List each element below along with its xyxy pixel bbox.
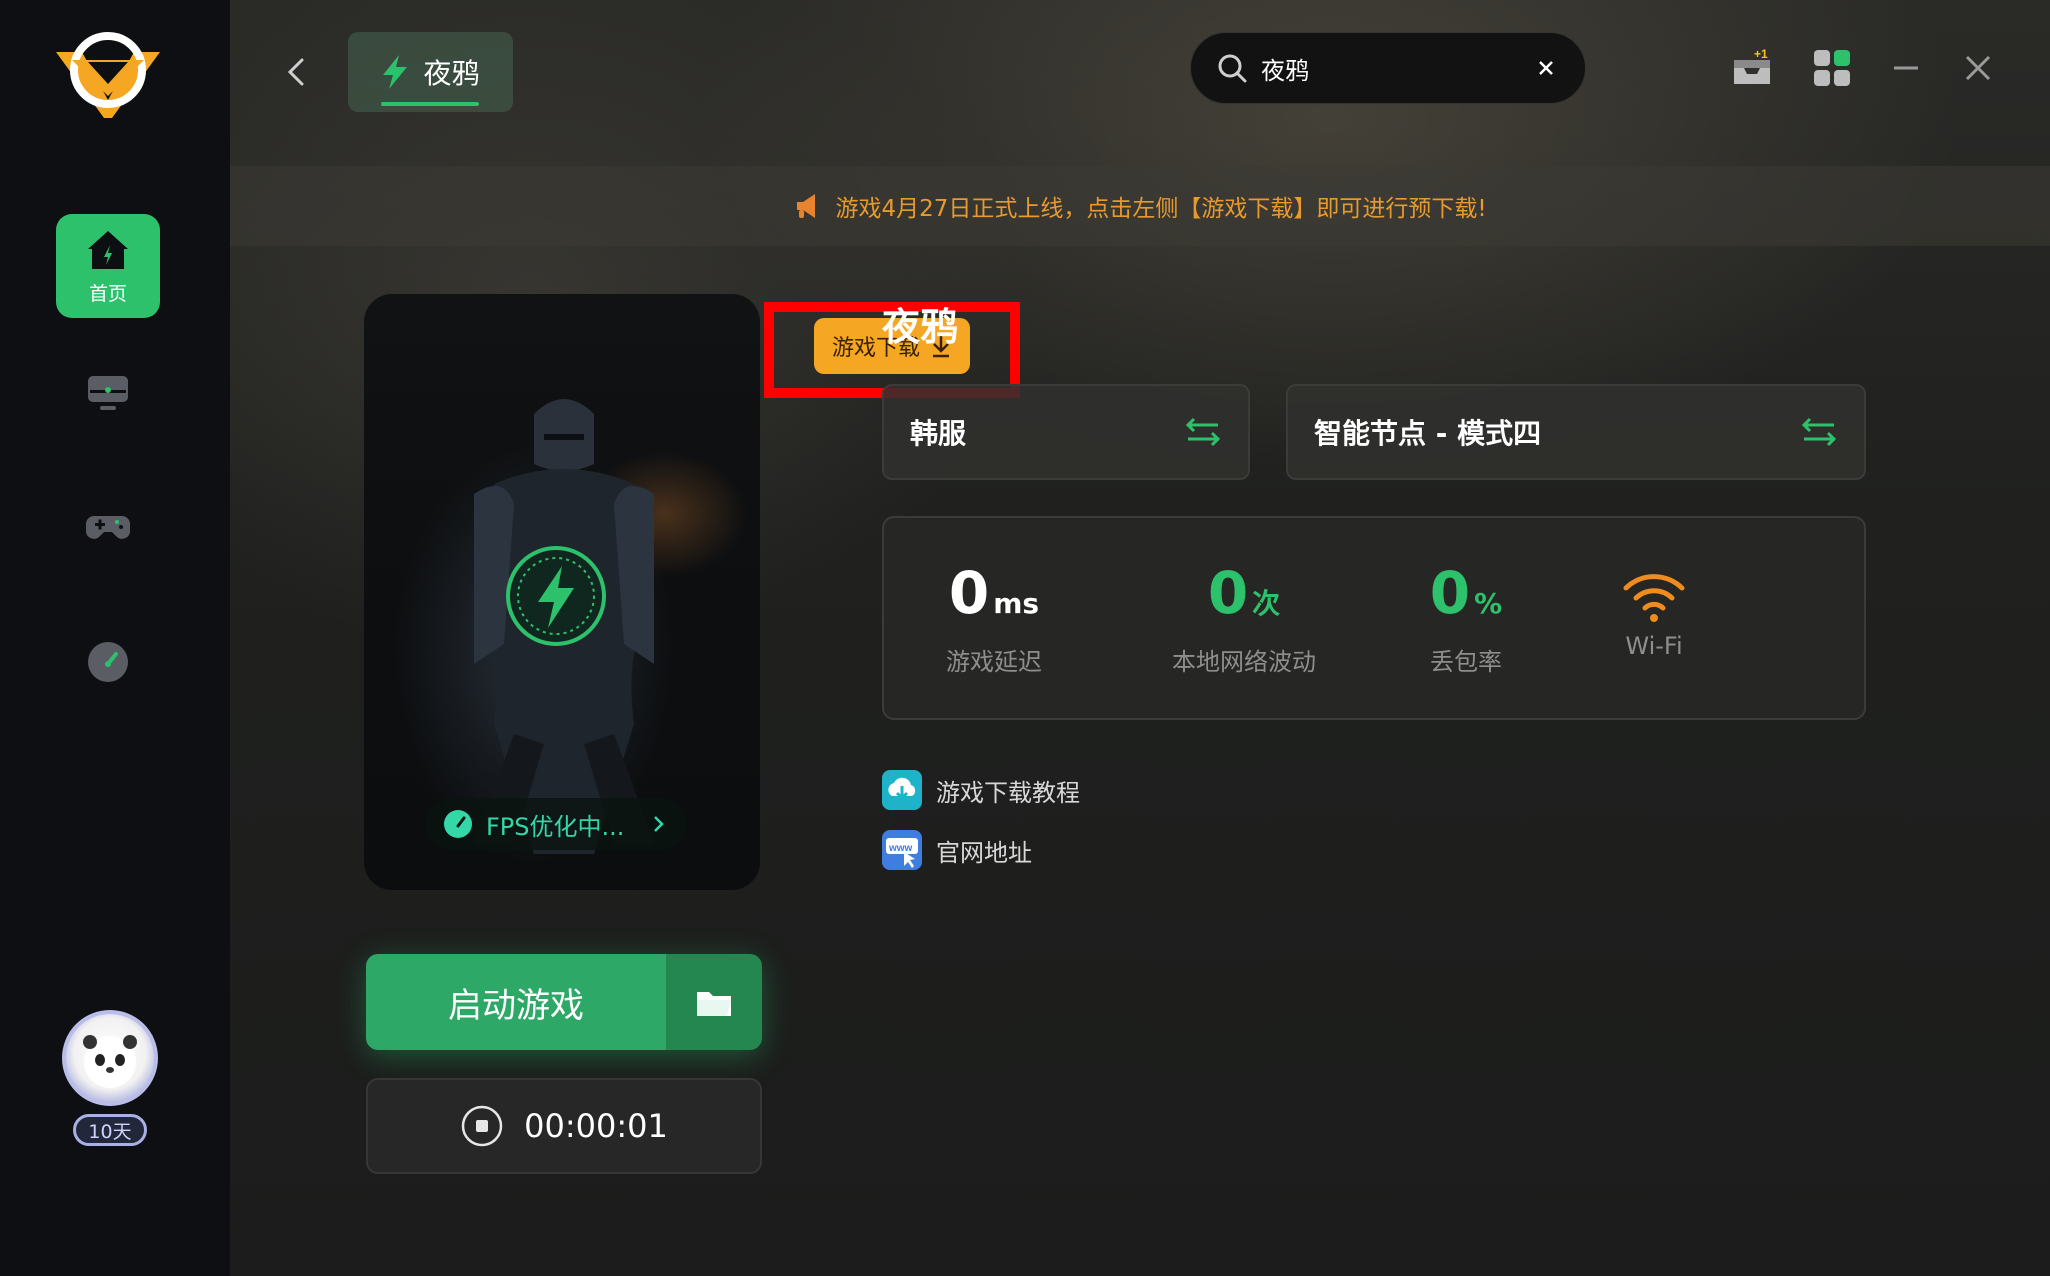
- fluctuation-value: 0: [1207, 559, 1249, 627]
- announcement-bar: 游戏4月27日正式上线，点击左侧【游戏下载】即可进行预下载!: [230, 166, 2050, 246]
- server-selector[interactable]: 韩服: [882, 384, 1250, 480]
- folder-icon: [697, 992, 731, 1016]
- packet-loss-label: 丢包率: [1430, 648, 1502, 676]
- boost-lightning-icon[interactable]: [504, 544, 608, 648]
- fluctuation-label: 本地网络波动: [1172, 648, 1316, 676]
- user-avatar[interactable]: 10天: [56, 1006, 164, 1146]
- cloud-download-icon: [882, 770, 922, 810]
- search-input[interactable]: 夜鸦: [1190, 32, 1586, 104]
- minimize-icon[interactable]: [1884, 46, 1928, 90]
- stop-icon[interactable]: [460, 1104, 504, 1148]
- fluctuation-unit: 次: [1252, 587, 1281, 620]
- speedometer-icon: [88, 642, 128, 682]
- sidebar-item-devices[interactable]: [56, 340, 160, 444]
- sidebar-item-home[interactable]: 首页: [56, 214, 160, 318]
- fps-optimizing-pill[interactable]: FPS优化中...: [426, 798, 686, 850]
- latency-value: 0: [948, 559, 990, 627]
- sidebar-item-games[interactable]: [56, 474, 160, 578]
- official-website-label: 官网地址: [936, 838, 1032, 867]
- back-arrow-icon[interactable]: [280, 54, 316, 90]
- sidebar-item-speed[interactable]: [56, 610, 160, 714]
- latency-label: 游戏延迟: [946, 648, 1042, 676]
- svg-text:+1: +1: [1754, 47, 1768, 61]
- tab-label: 夜鸦: [423, 57, 480, 90]
- network-type-label: Wi-Fi: [1625, 632, 1683, 660]
- sidebar-item-label: 首页: [88, 282, 127, 305]
- top-bar: 夜鸦 夜鸦 +1: [230, 0, 2050, 166]
- panda-avatar-icon: [83, 1035, 137, 1088]
- game-cover-card: FPS优化中...: [364, 294, 760, 890]
- swap-arrows-icon: [1801, 417, 1837, 447]
- megaphone-icon: [797, 194, 816, 218]
- official-website-link[interactable]: www 官网地址: [882, 830, 1032, 870]
- open-folder-button[interactable]: [666, 954, 762, 1050]
- sidebar: 首页 10天: [0, 0, 230, 1276]
- chevron-right-icon: [654, 816, 664, 832]
- session-timer[interactable]: 00:00:01: [366, 1078, 762, 1174]
- fluctuation-stat: 0次 本地网络波动: [1134, 558, 1354, 677]
- tab-current-game[interactable]: 夜鸦: [348, 32, 513, 112]
- start-game-label: 启动游戏: [366, 954, 666, 1050]
- app-logo: [56, 32, 160, 118]
- network-stats-panel: 0 ms 游戏延迟 0次 本地网络波动 0% 丢包率 Wi-Fi: [882, 516, 1866, 720]
- membership-days-badge: 10天: [73, 1114, 147, 1146]
- www-cursor-icon: www: [882, 830, 922, 870]
- svg-text:www: www: [888, 843, 913, 854]
- main-panel: 夜鸦 夜鸦 +1 游戏4月27日正式上线，点击左侧【游戏下载】即可进行预下载! …: [230, 0, 2050, 1276]
- clear-search-icon[interactable]: [1533, 55, 1559, 81]
- apps-grid-icon[interactable]: [1810, 46, 1854, 90]
- search-value: 夜鸦: [1261, 56, 1309, 85]
- latency-unit: ms: [993, 587, 1040, 620]
- wifi-icon: [1623, 574, 1685, 622]
- download-tutorial-link[interactable]: 游戏下载教程: [882, 770, 1080, 810]
- start-game-button[interactable]: 启动游戏: [366, 954, 762, 1050]
- tab-underline: [381, 102, 479, 106]
- node-selector[interactable]: 智能节点 - 模式四: [1286, 384, 1866, 480]
- inbox-plus-one-icon[interactable]: +1: [1730, 46, 1774, 90]
- close-icon[interactable]: [1956, 46, 2000, 90]
- download-tutorial-label: 游戏下载教程: [936, 778, 1080, 807]
- monitor-icon: [88, 376, 128, 410]
- announcement-text: 游戏4月27日正式上线，点击左侧【游戏下载】即可进行预下载!: [835, 196, 1487, 222]
- node-value: 智能节点 - 模式四: [1314, 417, 1542, 450]
- packet-loss-stat: 0% 丢包率: [1356, 558, 1576, 677]
- packet-loss-unit: %: [1474, 587, 1503, 620]
- gauge-icon: [444, 810, 472, 838]
- search-icon: [1218, 54, 1247, 83]
- latency-stat: 0 ms 游戏延迟: [884, 558, 1104, 677]
- swap-arrows-icon: [1185, 417, 1221, 447]
- timer-value: 00:00:01: [524, 1107, 668, 1145]
- fps-label: FPS优化中...: [486, 812, 625, 841]
- network-type-stat: Wi-Fi: [1544, 558, 1764, 660]
- packet-loss-value: 0: [1429, 559, 1471, 627]
- avatar: [62, 1010, 158, 1106]
- gamepad-icon: [86, 516, 130, 539]
- server-value: 韩服: [910, 417, 967, 450]
- home-icon: [88, 230, 128, 269]
- game-title: 夜鸦: [882, 305, 959, 349]
- lightning-icon: [383, 55, 408, 89]
